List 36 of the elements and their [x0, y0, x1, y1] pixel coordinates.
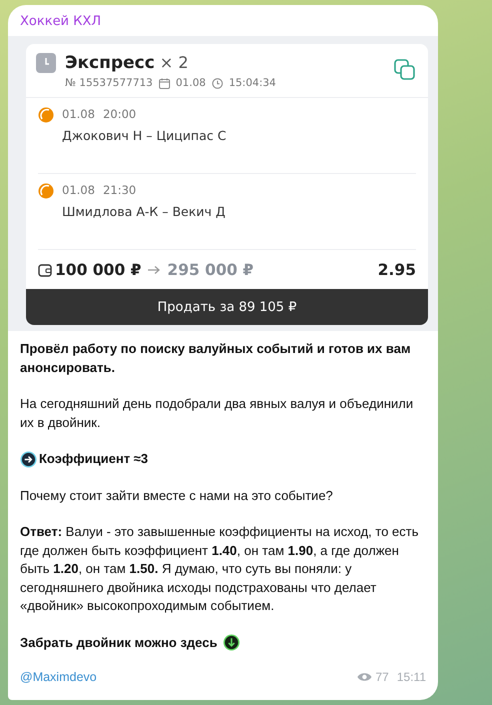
- sell-button[interactable]: Продать за 89 105 ₽: [26, 289, 428, 325]
- arrow-icon: [147, 265, 162, 275]
- message-text: Провёл работу по поиску валуйных событий и готов их вам анонсировать.: [20, 340, 412, 377]
- message-text: Коэффициент ≈3: [39, 450, 148, 468]
- message-text: Почему стоит зайти вместе с нами на это событие?: [20, 486, 333, 505]
- message-text: Ответ: Валуи - это завышенные коэффициенты на исход, то есть где должен быть коэффициент 1.40, он там 1.90, а где должен быть 1.20, он там 1.50. Я думаю, что суть вы поняли: у сегодняшнего двойника исходы подстрахованы что делает «двойник» высокопроходимым событием.: [20, 523, 420, 615]
- event-time: 20:00: [102, 107, 136, 121]
- event-time: 21:30: [102, 183, 136, 197]
- match-name: Шмидлова А-К – Векич Д: [62, 204, 226, 219]
- event-count: × 2: [160, 53, 188, 72]
- down-arrow-circle-icon: [223, 634, 240, 652]
- total-odds: 2.95: [378, 261, 416, 279]
- tennis-ball-icon: [38, 107, 54, 123]
- clock-icon: [212, 78, 223, 88]
- eye-icon: [356, 672, 372, 682]
- clock-icon: [36, 53, 56, 73]
- message-time: 15:11: [396, 670, 426, 684]
- bet-time: 15:04:34: [228, 77, 276, 89]
- stake-amount: 100 000 ₽: [55, 261, 142, 279]
- event-date: 01.08: [62, 183, 95, 197]
- bet-date: 01.08: [176, 77, 206, 89]
- match-name: Джокович Н – Циципас С: [62, 128, 226, 143]
- tennis-ball-icon: [38, 183, 54, 199]
- event-date: 01.08: [62, 107, 95, 121]
- bet-title: Экспресс: [65, 53, 155, 73]
- author-link[interactable]: @Maximdevo: [20, 670, 97, 684]
- wallet-icon: [38, 263, 52, 277]
- copy-icon[interactable]: [394, 59, 416, 81]
- message-text: Забрать двойник можно здесь: [20, 634, 218, 652]
- payout-amount: 295 000 ₽: [167, 261, 254, 279]
- message-text: На сегодняшний день подобрали два явных валуя и объединили их в двойник.: [20, 395, 414, 432]
- view-count: 77: [376, 670, 389, 684]
- bet-number: № 15537577713: [65, 77, 153, 89]
- channel-name[interactable]: Хоккей КХЛ: [8, 5, 438, 36]
- arrow-circle-icon: [20, 450, 37, 468]
- calendar-icon: [158, 78, 170, 88]
